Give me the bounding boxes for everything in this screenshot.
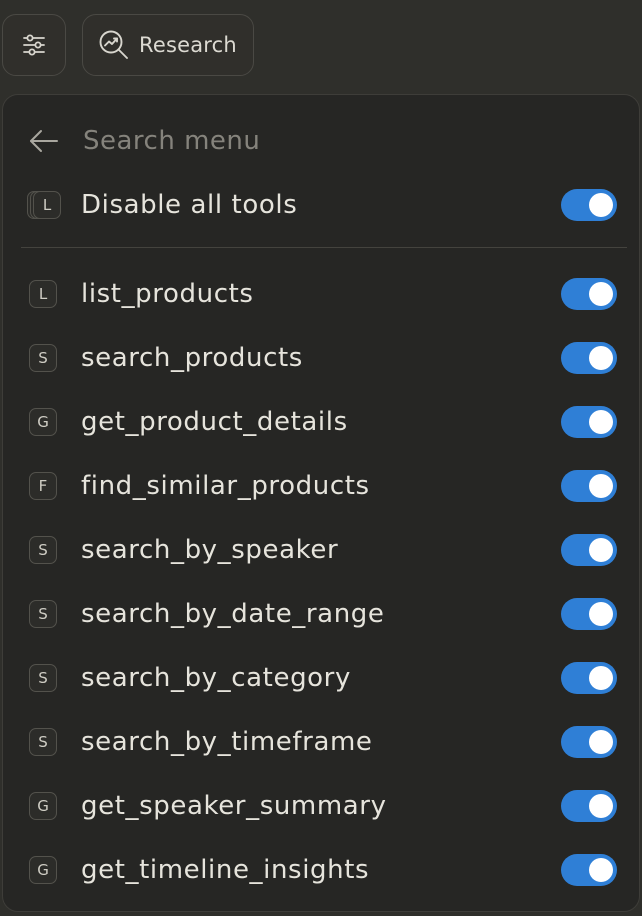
tool-label: search_by_speaker	[81, 535, 339, 565]
tool-label: search_by_timeframe	[81, 727, 373, 757]
search-menu-input[interactable]	[83, 126, 563, 156]
research-button[interactable]: Research	[82, 14, 254, 76]
tool-toggle[interactable]	[561, 662, 617, 694]
toggle-knob	[589, 794, 613, 818]
tool-badge: S	[29, 536, 57, 564]
tool-toggle[interactable]	[561, 278, 617, 310]
tool-toggle[interactable]	[561, 790, 617, 822]
toggle-knob	[589, 282, 613, 306]
tool-label: get_timeline_insights	[81, 855, 370, 885]
tool-label: list_products	[81, 279, 254, 309]
tool-row-get-timeline-insights[interactable]: Gget_timeline_insights	[27, 850, 617, 890]
toggle-knob	[589, 602, 613, 626]
disable-all-tools-toggle[interactable]	[561, 189, 617, 221]
magnify-chart-icon	[99, 30, 128, 59]
disable-all-tools-row[interactable]: L Disable all tools	[27, 185, 617, 225]
tool-row-search-by-speaker[interactable]: Ssearch_by_speaker	[27, 530, 617, 570]
tool-toggle[interactable]	[561, 470, 617, 502]
tool-row-get-product-details[interactable]: Gget_product_details	[27, 402, 617, 442]
tool-toggle[interactable]	[561, 726, 617, 758]
tool-row-search-by-category[interactable]: Ssearch_by_category	[27, 658, 617, 698]
tool-toggle[interactable]	[561, 406, 617, 438]
tool-label: get_product_details	[81, 407, 348, 437]
toggle-knob	[589, 474, 613, 498]
toggle-knob	[589, 666, 613, 690]
tool-badge: G	[29, 856, 57, 884]
tool-badge: L	[29, 280, 57, 308]
tool-row-search-products[interactable]: Ssearch_products	[27, 338, 617, 378]
tool-row-search-by-timeframe[interactable]: Ssearch_by_timeframe	[27, 722, 617, 762]
tool-badge: L	[33, 191, 61, 219]
tool-toggle[interactable]	[561, 854, 617, 886]
toggle-knob	[589, 730, 613, 754]
tool-label: search_by_category	[81, 663, 351, 693]
arrow-left-icon[interactable]	[27, 124, 61, 158]
tool-label: search_products	[81, 343, 303, 373]
stacked-badges: L	[27, 190, 61, 220]
disable-all-tools-label: Disable all tools	[81, 190, 298, 220]
toolbar: Research	[2, 14, 254, 78]
toggle-knob	[589, 193, 613, 217]
tool-label: search_by_date_range	[81, 599, 385, 629]
tool-badge: S	[29, 728, 57, 756]
tool-badge: G	[29, 408, 57, 436]
tools-menu-panel: L Disable all tools Llist_products Ssearc…	[2, 94, 640, 912]
tool-badge: F	[29, 472, 57, 500]
toggle-knob	[589, 858, 613, 882]
tool-toggle[interactable]	[561, 342, 617, 374]
tool-row-find-similar-products[interactable]: Ffind_similar_products	[27, 466, 617, 506]
toggle-knob	[589, 346, 613, 370]
tool-row-search-by-date-range[interactable]: Ssearch_by_date_range	[27, 594, 617, 634]
search-row	[27, 121, 563, 161]
divider	[21, 247, 627, 248]
toggle-knob	[589, 410, 613, 434]
tool-badge: S	[29, 600, 57, 628]
sliders-icon	[23, 34, 45, 56]
tool-label: find_similar_products	[81, 471, 370, 501]
tool-badge: S	[29, 664, 57, 692]
tool-badge: S	[29, 344, 57, 372]
toggle-knob	[589, 538, 613, 562]
filter-button[interactable]	[2, 14, 66, 76]
tool-toggle[interactable]	[561, 598, 617, 630]
tool-row-list-products[interactable]: Llist_products	[27, 274, 617, 314]
tool-label: get_speaker_summary	[81, 791, 387, 821]
tool-toggle[interactable]	[561, 534, 617, 566]
tool-badge: G	[29, 792, 57, 820]
tool-row-get-speaker-summary[interactable]: Gget_speaker_summary	[27, 786, 617, 826]
research-label: Research	[139, 33, 237, 57]
